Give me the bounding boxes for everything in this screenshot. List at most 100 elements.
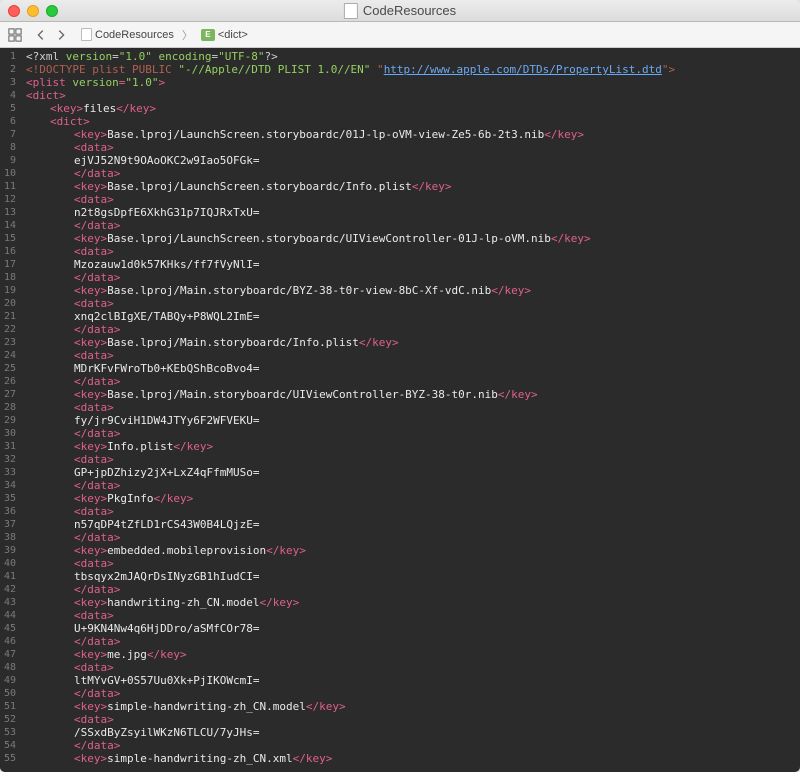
code-line[interactable]: </data> <box>26 219 800 232</box>
line-number: 33 <box>4 466 16 479</box>
code-line[interactable]: <key>Base.lproj/LaunchScreen.storyboardc… <box>26 180 800 193</box>
code-line[interactable]: <?xml version="1.0" encoding="UTF-8"?> <box>26 50 800 63</box>
nav-forward-button[interactable] <box>52 26 70 44</box>
code-editor[interactable]: 1234567891011121314151617181920212223242… <box>0 48 800 772</box>
nav-back-button[interactable] <box>32 26 50 44</box>
line-number: 52 <box>4 713 16 726</box>
code-line[interactable]: </data> <box>26 271 800 284</box>
line-number: 53 <box>4 726 16 739</box>
code-line[interactable]: <data> <box>26 557 800 570</box>
code-line[interactable]: </data> <box>26 531 800 544</box>
code-line[interactable]: <key>handwriting-zh_CN.model</key> <box>26 596 800 609</box>
code-line[interactable]: <key>me.jpg</key> <box>26 648 800 661</box>
code-line[interactable]: n57qDP4tZfLD1rCS43W0B4LQjzE= <box>26 518 800 531</box>
line-number: 7 <box>4 128 16 141</box>
code-line[interactable]: Mzozauw1d0k57KHks/ff7fVyNlI= <box>26 258 800 271</box>
code-line[interactable]: <data> <box>26 713 800 726</box>
line-number: 21 <box>4 310 16 323</box>
code-line[interactable]: <data> <box>26 453 800 466</box>
line-number: 42 <box>4 583 16 596</box>
line-number: 9 <box>4 154 16 167</box>
code-line[interactable]: <data> <box>26 401 800 414</box>
close-button[interactable] <box>8 5 20 17</box>
code-line[interactable]: </data> <box>26 479 800 492</box>
line-number: 19 <box>4 284 16 297</box>
code-line[interactable]: MDrKFvFWroTb0+KEbQShBcoBvo4= <box>26 362 800 375</box>
line-number: 45 <box>4 622 16 635</box>
code-line[interactable]: tbsqyx2mJAQrDsINyzGB1hIudCI= <box>26 570 800 583</box>
code-line[interactable]: n2t8gsDpfE6XkhG31p7IQJRxTxU= <box>26 206 800 219</box>
code-line[interactable]: <data> <box>26 661 800 674</box>
code-line[interactable]: <key>Base.lproj/Main.storyboardc/UIViewC… <box>26 388 800 401</box>
line-number: 24 <box>4 349 16 362</box>
window-controls <box>8 5 58 17</box>
line-number: 13 <box>4 206 16 219</box>
line-number: 43 <box>4 596 16 609</box>
code-line[interactable]: <key>embedded.mobileprovision</key> <box>26 544 800 557</box>
code-line[interactable]: <data> <box>26 609 800 622</box>
code-content[interactable]: <?xml version="1.0" encoding="UTF-8"?><!… <box>22 48 800 772</box>
code-line[interactable]: <data> <box>26 193 800 206</box>
code-line[interactable]: <key>PkgInfo</key> <box>26 492 800 505</box>
code-line[interactable]: U+9KN4Nw4q6HjDDro/aSMfCOr78= <box>26 622 800 635</box>
code-line[interactable]: <data> <box>26 349 800 362</box>
line-number: 8 <box>4 141 16 154</box>
line-number: 40 <box>4 557 16 570</box>
line-number: 36 <box>4 505 16 518</box>
code-line[interactable]: <data> <box>26 505 800 518</box>
minimize-button[interactable] <box>27 5 39 17</box>
line-number: 22 <box>4 323 16 336</box>
breadcrumb-file[interactable]: CodeResources <box>78 27 177 42</box>
code-line[interactable]: </data> <box>26 427 800 440</box>
breadcrumb: CodeResources 〉 E <dict> <box>78 27 251 43</box>
code-line[interactable]: fy/jr9CviH1DW4JTYy6F2WFVEKU= <box>26 414 800 427</box>
code-line[interactable]: <key>Base.lproj/LaunchScreen.storyboardc… <box>26 128 800 141</box>
line-number: 34 <box>4 479 16 492</box>
zoom-button[interactable] <box>46 5 58 17</box>
line-number: 48 <box>4 661 16 674</box>
line-number: 14 <box>4 219 16 232</box>
code-line[interactable]: </data> <box>26 323 800 336</box>
line-number: 6 <box>4 115 16 128</box>
code-line[interactable]: xnq2clBIgXE/TABQy+P8WQL2ImE= <box>26 310 800 323</box>
code-line[interactable]: <data> <box>26 141 800 154</box>
code-line[interactable]: /SSxdByZsyilWKzN6TLCU/7yJHs= <box>26 726 800 739</box>
code-line[interactable]: </data> <box>26 635 800 648</box>
code-line[interactable]: <key>simple-handwriting-zh_CN.model</key… <box>26 700 800 713</box>
code-line[interactable]: <data> <box>26 297 800 310</box>
line-number: 10 <box>4 167 16 180</box>
file-icon <box>344 3 358 19</box>
code-line[interactable]: <key>Base.lproj/Main.storyboardc/Info.pl… <box>26 336 800 349</box>
code-line[interactable]: GP+jpDZhizy2jX+LxZ4qFfmMUSo= <box>26 466 800 479</box>
code-line[interactable]: <key>Info.plist</key> <box>26 440 800 453</box>
code-line[interactable]: <key>Base.lproj/LaunchScreen.storyboardc… <box>26 232 800 245</box>
code-line[interactable]: <key>Base.lproj/Main.storyboardc/BYZ-38-… <box>26 284 800 297</box>
line-number: 1 <box>4 50 16 63</box>
line-number: 20 <box>4 297 16 310</box>
code-line[interactable]: <!DOCTYPE plist PUBLIC "-//Apple//DTD PL… <box>26 63 800 76</box>
code-line[interactable]: <key>files</key> <box>26 102 800 115</box>
code-line[interactable]: <dict> <box>26 89 800 102</box>
code-line[interactable]: ejVJ52N9t9OAoOKC2w9Iao5OFGk= <box>26 154 800 167</box>
breadcrumb-file-label: CodeResources <box>95 29 174 41</box>
code-line[interactable]: <dict> <box>26 115 800 128</box>
code-line[interactable]: </data> <box>26 167 800 180</box>
line-number: 32 <box>4 453 16 466</box>
code-line[interactable]: </data> <box>26 687 800 700</box>
code-line[interactable]: <plist version="1.0"> <box>26 76 800 89</box>
code-line[interactable]: <key>simple-handwriting-zh_CN.xml</key> <box>26 752 800 765</box>
code-line[interactable]: ltMYvGV+0S57Uu0Xk+PjIKOWcmI= <box>26 674 800 687</box>
line-number: 28 <box>4 401 16 414</box>
line-number: 16 <box>4 245 16 258</box>
code-line[interactable]: </data> <box>26 739 800 752</box>
line-number: 39 <box>4 544 16 557</box>
code-line[interactable]: </data> <box>26 375 800 388</box>
breadcrumb-element[interactable]: E <dict> <box>198 28 251 42</box>
titlebar: CodeResources <box>0 0 800 22</box>
line-number: 4 <box>4 89 16 102</box>
code-line[interactable]: </data> <box>26 583 800 596</box>
line-number: 47 <box>4 648 16 661</box>
dict-icon: E <box>201 29 215 41</box>
related-items-icon[interactable] <box>6 26 24 44</box>
code-line[interactable]: <data> <box>26 245 800 258</box>
